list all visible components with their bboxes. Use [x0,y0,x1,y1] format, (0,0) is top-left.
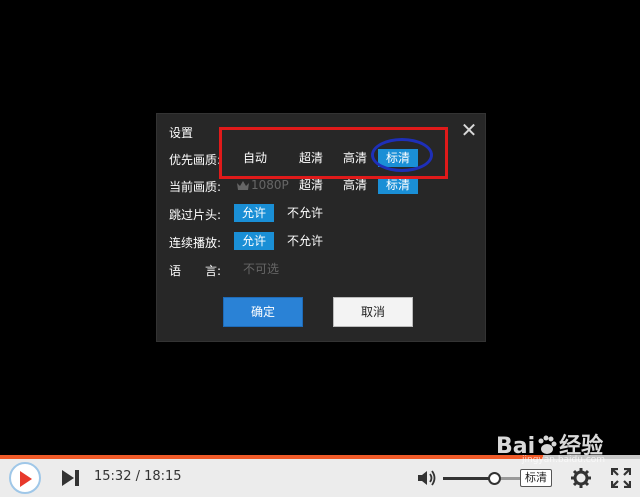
paw-icon [538,435,557,454]
current-quality-1080p: 1080P [237,176,289,194]
preferred-quality-high[interactable]: 高清 [343,149,367,167]
current-quality-1080p-label: 1080P [251,178,289,192]
cancel-button[interactable]: 取消 [333,297,413,327]
volume-knob[interactable] [488,472,501,485]
volume-icon[interactable] [416,468,438,488]
skip-intro-disallow[interactable]: 不允许 [287,204,323,222]
play-button[interactable] [9,462,41,494]
preferred-quality-auto[interactable]: 自动 [243,149,267,167]
current-quality-high[interactable]: 高清 [343,176,367,194]
volume-track[interactable] [443,477,527,480]
quality-button[interactable]: 标清 [520,469,552,487]
current-quality-label: 当前画质: [169,180,222,194]
dialog-title: 设置 [169,126,194,140]
progress-fill [0,455,544,459]
preferred-quality-standard[interactable]: 标清 [378,149,419,167]
skip-intro-allow[interactable]: 允许 [234,204,275,222]
language-value: 不可选 [243,262,280,276]
gear-icon[interactable] [571,468,591,488]
volume-fill [443,477,494,480]
close-icon[interactable]: ✕ [459,120,479,140]
settings-dialog: 设置 ✕ 优先画质: 自动 超清 高清 标清 当前画质: 1080P 超清 高清… [156,113,486,342]
fullscreen-icon[interactable] [611,468,631,488]
language-label: 语 言: [169,264,222,278]
ok-button[interactable]: 确定 [223,297,303,327]
preferred-quality-super[interactable]: 超清 [299,149,323,167]
crown-icon [237,181,249,190]
autoplay-disallow[interactable]: 不允许 [287,232,323,250]
autoplay-label: 连续播放: [169,236,222,250]
skip-intro-label: 跳过片头: [169,208,222,222]
current-quality-super[interactable]: 超清 [299,176,323,194]
play-icon [20,471,32,487]
autoplay-allow[interactable]: 允许 [234,232,275,250]
watermark-sub: jingyan.baidu.com [522,455,606,465]
preferred-quality-label: 优先画质: [169,153,222,167]
next-icon[interactable] [60,468,82,488]
time-display: 15:32 / 18:15 [94,469,182,484]
current-quality-standard[interactable]: 标清 [378,176,419,194]
